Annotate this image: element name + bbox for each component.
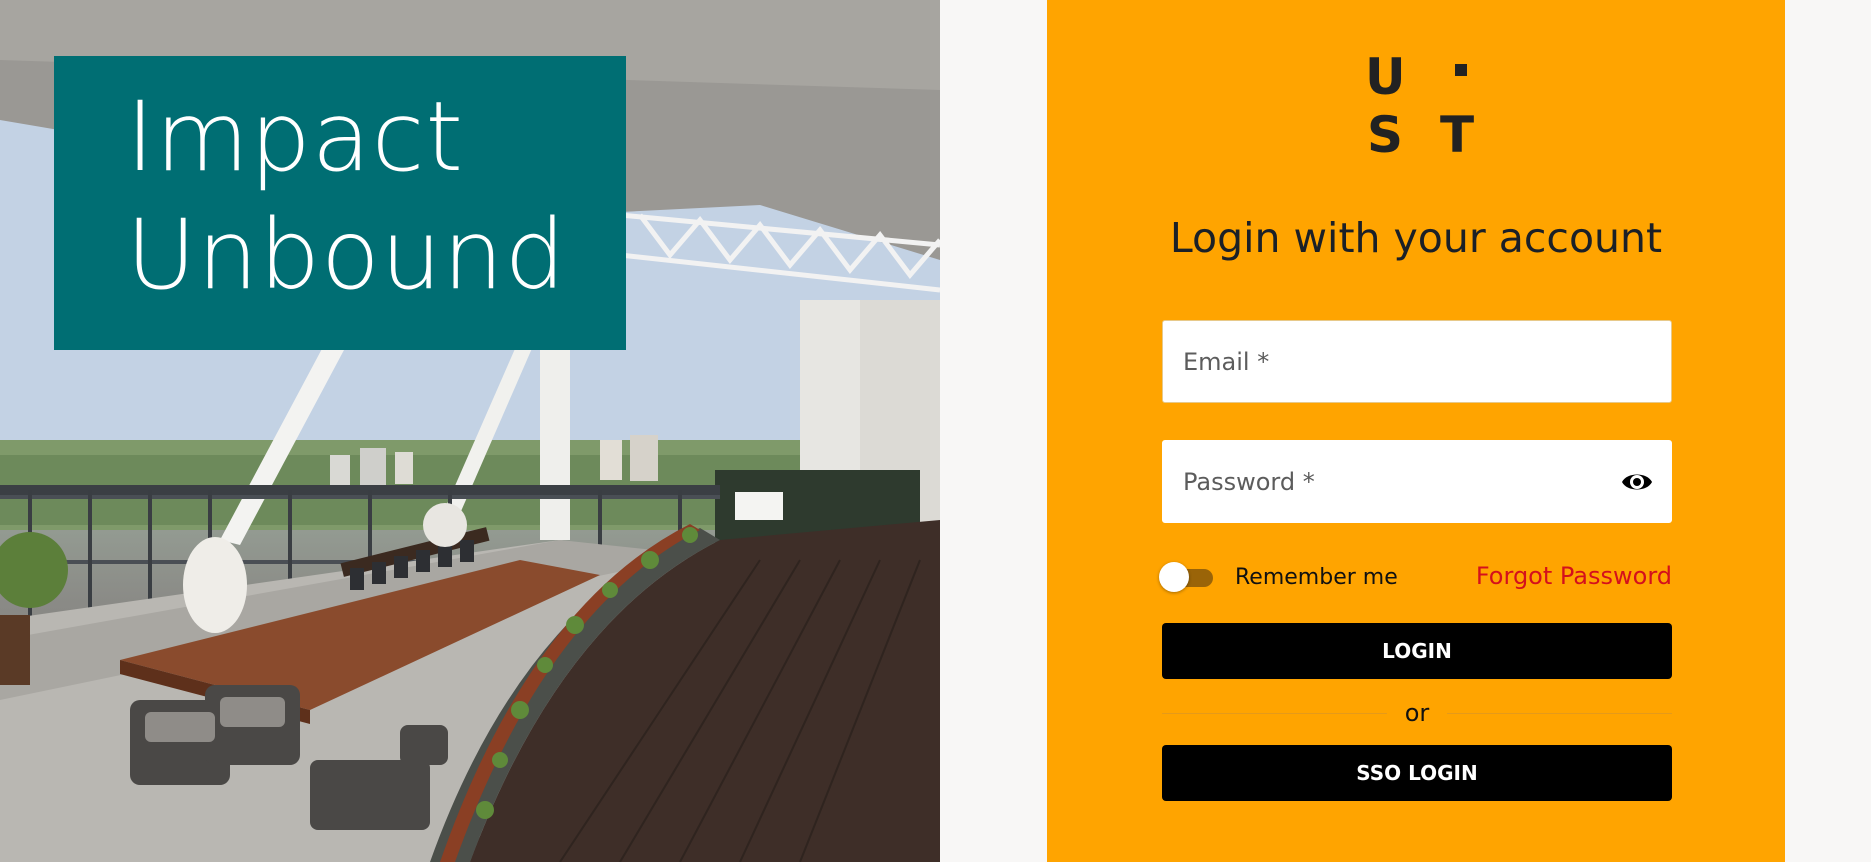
ust-logo: U S T: [1365, 48, 1477, 166]
password-input[interactable]: [1163, 441, 1671, 522]
hero-image: Impact Unbound: [0, 0, 940, 862]
login-heading: Login with your account: [1169, 214, 1663, 262]
login-page: Impact Unbound U S T Login with your acc…: [0, 0, 1871, 862]
tagline-line-1: Impact: [126, 81, 465, 193]
sso-login-button[interactable]: SSO LOGIN: [1162, 745, 1672, 801]
email-input[interactable]: [1163, 321, 1671, 402]
logo-dot: [1455, 64, 1467, 76]
remember-me-toggle[interactable]: [1159, 562, 1215, 592]
logo-letter-t: T: [1439, 106, 1475, 164]
logo-letter-s: S: [1366, 106, 1403, 164]
divider-line-left: [1162, 712, 1387, 714]
remember-me-label: Remember me: [1235, 564, 1398, 590]
toggle-thumb: [1159, 562, 1189, 592]
remember-me: Remember me: [1159, 562, 1398, 592]
tagline-line-2: Unbound: [126, 199, 567, 311]
password-field: [1162, 440, 1672, 523]
divider-line-right: [1447, 712, 1672, 714]
eye-icon[interactable]: [1621, 468, 1653, 496]
tagline-banner: Impact Unbound: [54, 56, 626, 350]
login-panel: U S T Login with your account Email * Re…: [1047, 0, 1785, 862]
email-field: [1162, 320, 1672, 403]
login-button[interactable]: LOGIN: [1162, 623, 1672, 679]
forgot-password-link[interactable]: Forgot Password: [1476, 562, 1672, 590]
logo-letter-u: U: [1365, 48, 1406, 106]
divider-label: or: [1404, 699, 1430, 727]
or-divider: or: [1162, 696, 1672, 730]
